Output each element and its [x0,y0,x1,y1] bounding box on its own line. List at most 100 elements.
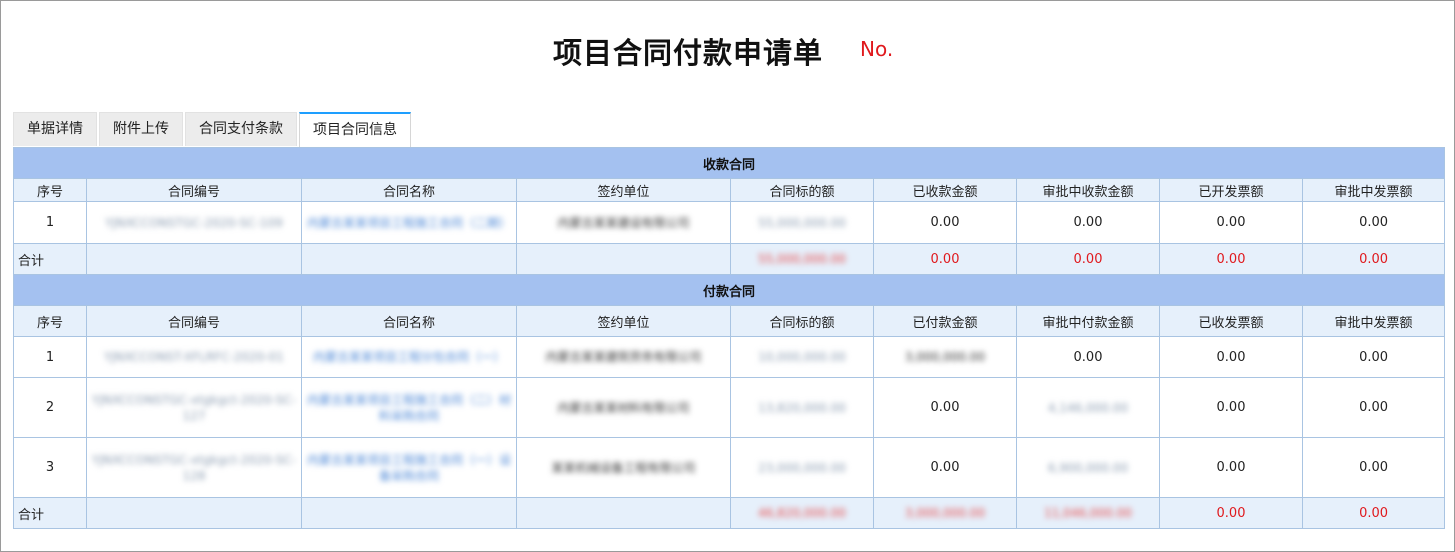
cell-invoice-pending: 0.00 [1301,377,1446,438]
total-invoiced: 0.00 [1159,243,1303,275]
receipt-total-row: 合计 55,000,000.00 0.00 0.00 0.00 0.00 [13,243,1446,275]
cell-paid-pending-text: 6,900,000.00 [1047,460,1129,475]
total-empty [301,497,517,529]
cell-amount: 23,000,000.00 [730,437,874,498]
cell-party-text: 内蒙古某某建设有限公司 [557,215,690,230]
cell-seq: 1 [13,201,87,244]
cell-paid: 0.00 [873,437,1017,498]
cell-party: 内蒙古某某材料有限公司 [516,377,731,438]
total-empty [516,243,731,275]
page-title: 项目合同付款申请单 [553,36,824,70]
receipt-section-title: 收款合同 [12,147,1446,179]
tab-contract-payment-terms[interactable]: 合同支付条款 [185,112,297,146]
cell-name: 内蒙古某某项目工程施工合同（二）材料采购合同 [301,377,517,438]
payment-column-headers: 序号 合同编号 合同名称 签约单位 合同标的额 已付款金额 审批中付款金额 已收… [13,305,1446,337]
table-row[interactable]: 1 YJNXCCONSTGC-2020-SC-109 内蒙古某某项目工程施工合同… [13,201,1446,244]
col-header-amount: 合同标的额 [730,305,874,337]
cell-code: YJNXCCONSTGC-xtgkgct-2020-SC-128 [86,437,302,498]
total-paid-text: 3,000,000.00 [904,506,986,520]
col-header-invoice-pending: 审批中发票额 [1301,305,1446,337]
cell-code: YJNXCCONSTGC-xtgkgct-2020-SC-127 [86,377,302,438]
col-header-code: 合同编号 [86,305,302,337]
col-header-received-pending: 审批中收款金额 [1016,178,1160,202]
total-label: 合计 [13,243,87,275]
table-row[interactable]: 3 YJNXCCONSTGC-xtgkgct-2020-SC-128 内蒙古某某… [13,437,1446,498]
total-invoice-pending: 0.00 [1301,243,1446,275]
cell-name-text: 内蒙古某某项目工程施工合同（一）设备采购合同 [306,452,511,483]
cell-amount: 10,000,000.00 [730,336,874,378]
tab-document-details[interactable]: 单据详情 [13,112,97,146]
col-header-received: 已收款金额 [873,178,1017,202]
cell-party: 内蒙古某某建设有限公司 [516,201,731,244]
total-paid-pending: 11,046,000.00 [1016,497,1160,529]
cell-amount-text: 55,000,000.00 [758,215,846,230]
cell-code-text: YJNXCCONSTGC-2020-SC-109 [105,215,283,230]
total-received: 0.00 [873,243,1017,275]
cell-invoiced: 0.00 [1159,201,1303,244]
total-empty [301,243,517,275]
cell-name-text: 内蒙古某某项目工程施工合同（二）材料采购合同 [306,392,511,423]
cell-amount: 13,820,000.00 [730,377,874,438]
total-invoice-pending: 0.00 [1301,497,1446,529]
cell-paid-text: 3,000,000.00 [904,350,986,364]
contract-info-table: 收款合同 序号 合同编号 合同名称 签约单位 合同标的额 已收款金额 审批中收款… [12,147,1446,529]
cell-code-text: YJNXCCONST-XFLRFC-2020-01 [104,350,284,364]
cell-amount-text: 23,000,000.00 [758,460,846,475]
col-header-paid: 已付款金额 [873,305,1017,337]
cell-name: 内蒙古某某项目工程施工合同（二期） [301,201,517,244]
cell-paid: 0.00 [873,377,1017,438]
col-header-code: 合同编号 [86,178,302,202]
table-row[interactable]: 1 YJNXCCONST-XFLRFC-2020-01 内蒙古某某项目工程分包合… [13,336,1446,378]
cell-party-text: 某某机械设备工程有限公司 [551,460,696,475]
col-header-paid-pending: 审批中付款金额 [1016,305,1160,337]
cell-paid-pending-text: 4,146,000.00 [1047,400,1129,415]
total-received-pending: 0.00 [1016,243,1160,275]
document-number-label: No. [860,37,894,61]
cell-received: 0.00 [873,201,1017,244]
col-header-name: 合同名称 [301,178,517,202]
cell-received-pending: 0.00 [1016,201,1160,244]
cell-party-text: 内蒙古某某建筑劳务有限公司 [545,350,702,364]
payment-section-header: 付款合同 [12,274,1446,306]
tab-attachment-upload[interactable]: 附件上传 [99,112,183,146]
cell-name: 内蒙古某某项目工程分包合同（一） [301,336,517,378]
col-header-party: 签约单位 [516,178,731,202]
total-empty [516,497,731,529]
cell-paid-pending: 0.00 [1016,336,1160,378]
cell-party: 某某机械设备工程有限公司 [516,437,731,498]
cell-invoice-pending: 0.00 [1301,437,1446,498]
total-invoiced: 0.00 [1159,497,1303,529]
cell-code: YJNXCCONSTGC-2020-SC-109 [86,201,302,244]
cell-invoiced: 0.00 [1159,377,1303,438]
total-empty [86,497,302,529]
payment-total-row: 合计 46,820,000.00 3,000,000.00 11,046,000… [13,497,1446,529]
cell-name-text: 内蒙古某某项目工程分包合同（一） [312,350,505,364]
total-empty [86,243,302,275]
receipt-section-header: 收款合同 [12,147,1446,179]
cell-party: 内蒙古某某建筑劳务有限公司 [516,336,731,378]
col-header-seq: 序号 [13,305,87,337]
cell-invoiced: 0.00 [1159,336,1303,378]
total-paid: 3,000,000.00 [873,497,1017,529]
cell-paid-pending: 6,900,000.00 [1016,437,1160,498]
total-amount: 46,820,000.00 [730,497,874,529]
tab-project-contract-info[interactable]: 项目合同信息 [299,112,411,148]
cell-amount-text: 13,820,000.00 [758,400,846,415]
cell-invoiced: 0.00 [1159,437,1303,498]
total-paid-pending-text: 11,046,000.00 [1044,506,1132,520]
cell-invoice-pending: 0.00 [1301,201,1446,244]
total-amount-text: 55,000,000.00 [758,252,846,266]
cell-name: 内蒙古某某项目工程施工合同（一）设备采购合同 [301,437,517,498]
cell-paid: 3,000,000.00 [873,336,1017,378]
cell-code-text: YJNXCCONSTGC-xtgkgct-2020-SC-127 [91,392,297,423]
table-row[interactable]: 2 YJNXCCONSTGC-xtgkgct-2020-SC-127 内蒙古某某… [13,377,1446,438]
cell-amount: 55,000,000.00 [730,201,874,244]
col-header-invoiced: 已开发票额 [1159,178,1303,202]
cell-seq: 1 [13,336,87,378]
col-header-party: 签约单位 [516,305,731,337]
col-header-name: 合同名称 [301,305,517,337]
col-header-amount: 合同标的额 [730,178,874,202]
cell-amount-text: 10,000,000.00 [758,350,846,364]
cell-code: YJNXCCONST-XFLRFC-2020-01 [86,336,302,378]
cell-paid-pending: 4,146,000.00 [1016,377,1160,438]
